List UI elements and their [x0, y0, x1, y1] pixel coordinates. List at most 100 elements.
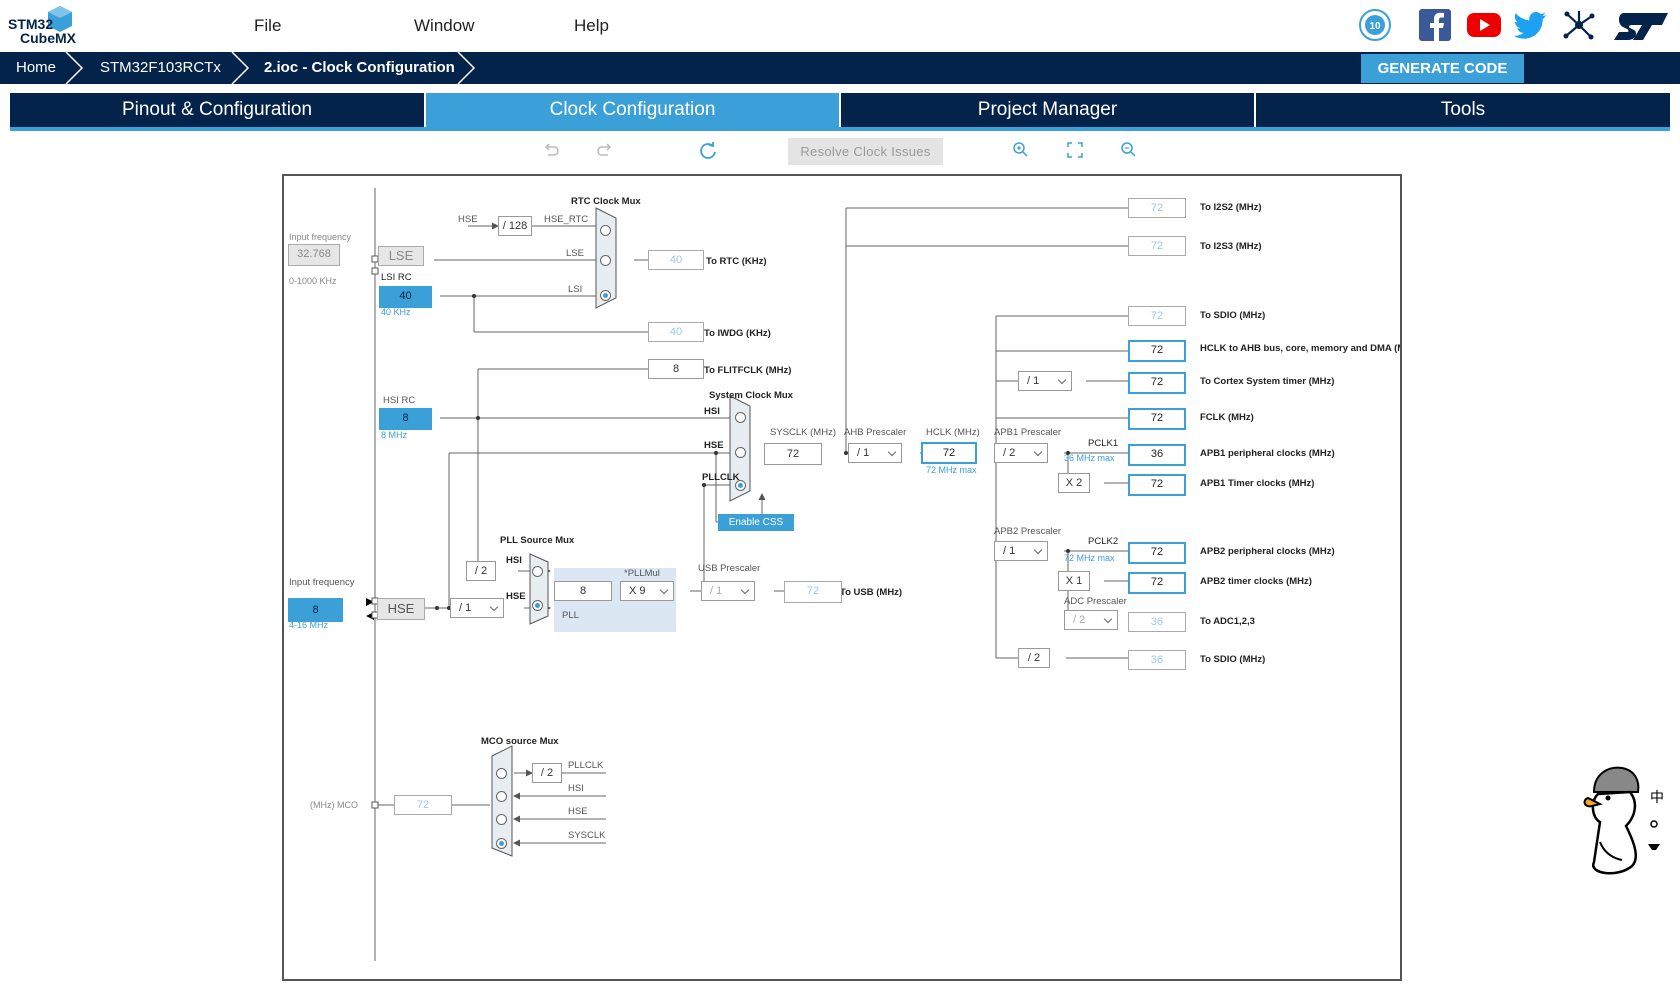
twitter-icon[interactable]	[1514, 10, 1548, 40]
out-hclk-ahb[interactable]: 72	[1128, 340, 1186, 362]
tab-project-manager[interactable]: Project Manager	[841, 93, 1254, 127]
lse-range: 0-1000 KHz	[289, 276, 337, 286]
mco-mux-radio-sysclk[interactable]	[496, 838, 507, 849]
breadcrumb-home[interactable]: Home	[0, 52, 56, 84]
st-logo-icon[interactable]	[1612, 10, 1670, 42]
hclk-label: HCLK (MHz)	[926, 427, 980, 438]
mco-pllclk-label: PLLCLK	[568, 760, 604, 771]
hsi-input-label: HSI	[704, 406, 720, 417]
duck-mascot-icon: 中	[1583, 766, 1664, 875]
apb1-timer-multiplier: X 2	[1058, 473, 1090, 493]
zoom-in-icon[interactable]	[1011, 140, 1031, 160]
adc-prescaler-select[interactable]: / 2	[1064, 610, 1118, 630]
usb-output: 72	[784, 581, 842, 603]
tab-tools[interactable]: Tools	[1256, 93, 1670, 127]
hclk-value[interactable]: 72	[921, 442, 977, 464]
network-share-icon[interactable]	[1562, 8, 1596, 42]
pll-input-value: 8	[554, 581, 612, 601]
flitfclk-output: 8	[648, 359, 704, 379]
generate-code-button[interactable]: GENERATE CODE	[1361, 54, 1524, 83]
hse-frequency-input[interactable]: 8	[288, 598, 343, 622]
rtc-mux-radio-lsi[interactable]	[600, 290, 611, 301]
pll-hse-prediv-select[interactable]: / 1	[450, 598, 504, 618]
out-apb2-timer[interactable]: 72	[1128, 572, 1186, 594]
resolve-clock-issues-button[interactable]: Resolve Clock Issues	[788, 138, 943, 165]
lse-block: LSE	[378, 246, 424, 266]
apb1-prescaler-select[interactable]: / 2	[994, 443, 1048, 463]
menu-file[interactable]: File	[254, 16, 281, 36]
cortex-timer-prescaler-select[interactable]: / 1	[1018, 371, 1072, 391]
out-i2s2: 72	[1128, 198, 1186, 218]
logo-text-cubemx: CubeMX	[20, 30, 76, 46]
undo-icon[interactable]	[541, 140, 561, 160]
zoom-out-icon[interactable]	[1119, 140, 1139, 160]
out-label-apb2-peripheral: APB2 peripheral clocks (MHz)	[1200, 546, 1335, 557]
hse-input-freq-label: Input frequency	[289, 577, 355, 588]
out-label-adc: To ADC1,2,3	[1200, 616, 1255, 627]
out-fclk[interactable]: 72	[1128, 408, 1186, 430]
out-adc: 36	[1128, 612, 1186, 632]
ahb-prescaler-label: AHB Prescaler	[844, 427, 906, 438]
pll-mux-title: PLL Source Mux	[500, 535, 575, 546]
pllmul-select[interactable]: X 9	[620, 581, 674, 601]
top-bar: STM32 CubeMX File Window Help 10	[0, 0, 1680, 52]
pll-mux-radio-hsi[interactable]	[532, 566, 543, 577]
hse-div128-block: / 128	[498, 216, 532, 236]
sys-mux-radio-pllclk[interactable]	[735, 480, 746, 491]
menu-help[interactable]: Help	[574, 16, 609, 36]
rtc-mux-radio-hse[interactable]	[600, 225, 611, 236]
lse-frequency-input[interactable]: 32.768	[288, 244, 340, 266]
apb1-prescaler-label: APB1 Prescaler	[994, 427, 1061, 438]
sys-mux-radio-hsi[interactable]	[735, 412, 746, 423]
breadcrumb-device[interactable]: STM32F103RCTx	[84, 52, 221, 84]
out-apb2-peripheral[interactable]: 72	[1128, 542, 1186, 564]
lsi-line-label: LSI	[568, 284, 582, 295]
iwdg-output: 40	[648, 322, 704, 342]
ahb-prescaler-select[interactable]: / 1	[848, 443, 902, 463]
pll-label: PLL	[562, 610, 579, 621]
pll-mux-radio-hse[interactable]	[532, 600, 543, 611]
mco-mux-radio-pllclk[interactable]	[496, 768, 507, 779]
lse-line-label: LSE	[566, 248, 584, 259]
out-apb1-peripheral[interactable]: 36	[1128, 444, 1186, 466]
usb-prescaler-select[interactable]: / 1	[701, 581, 755, 601]
apb2-prescaler-select[interactable]: / 1	[994, 541, 1048, 561]
fit-to-screen-icon[interactable]	[1065, 140, 1085, 160]
lse-input-freq-label: Input frequency	[289, 232, 352, 242]
out-label-apb1-timer: APB1 Timer clocks (MHz)	[1200, 478, 1314, 489]
mco-mux-radio-hse[interactable]	[496, 814, 507, 825]
breadcrumb-chevron-icon	[65, 52, 84, 84]
out-apb1-timer[interactable]: 72	[1128, 474, 1186, 496]
tab-underline	[10, 127, 1670, 131]
mco-mux-radio-hsi[interactable]	[496, 791, 507, 802]
breadcrumb-chevron-icon	[457, 52, 476, 84]
sysclk-label: SYSCLK (MHz)	[770, 427, 836, 438]
clock-tree-wires: RTC Clock Mux HSE HSE_RTC LSE LSI Input …	[289, 188, 1400, 961]
out-cortex-timer[interactable]: 72	[1128, 372, 1186, 394]
lsi-unit: 40 KHz	[381, 307, 411, 317]
pclk1-label: PCLK1	[1088, 438, 1118, 449]
sysclk-value[interactable]: 72	[764, 443, 822, 465]
out-label-apb2-timer: APB2 timer clocks (MHz)	[1200, 576, 1312, 587]
mco-div2-block: / 2	[532, 763, 562, 783]
redo-icon[interactable]	[595, 140, 615, 160]
hsi-unit: 8 MHz	[381, 430, 408, 440]
iwdg-out-label: To IWDG (KHz)	[704, 328, 771, 339]
apb2-timer-multiplier: X 1	[1058, 571, 1090, 591]
anniversary-badge-icon[interactable]: 10	[1358, 8, 1392, 42]
tab-pinout[interactable]: Pinout & Configuration	[10, 93, 424, 127]
pll-source-mux	[529, 553, 549, 625]
rtc-mux-radio-lse[interactable]	[600, 255, 611, 266]
enable-css-button[interactable]: Enable CSS	[718, 514, 794, 531]
adc-prescaler-label: ADC Prescaler	[1064, 596, 1127, 607]
sys-mux-radio-hse[interactable]	[735, 447, 746, 458]
facebook-icon[interactable]	[1418, 8, 1452, 42]
hse-input-label: HSE	[704, 440, 724, 451]
hclk-max: 72 MHz max	[926, 465, 977, 475]
tab-clock-configuration[interactable]: Clock Configuration	[426, 93, 839, 127]
youtube-icon[interactable]	[1466, 10, 1502, 40]
pll-hsi-input-label: HSI	[506, 555, 522, 566]
refresh-icon[interactable]	[698, 140, 718, 160]
menu-window[interactable]: Window	[414, 16, 474, 36]
breadcrumb-file[interactable]: 2.ioc - Clock Configuration	[248, 52, 455, 84]
